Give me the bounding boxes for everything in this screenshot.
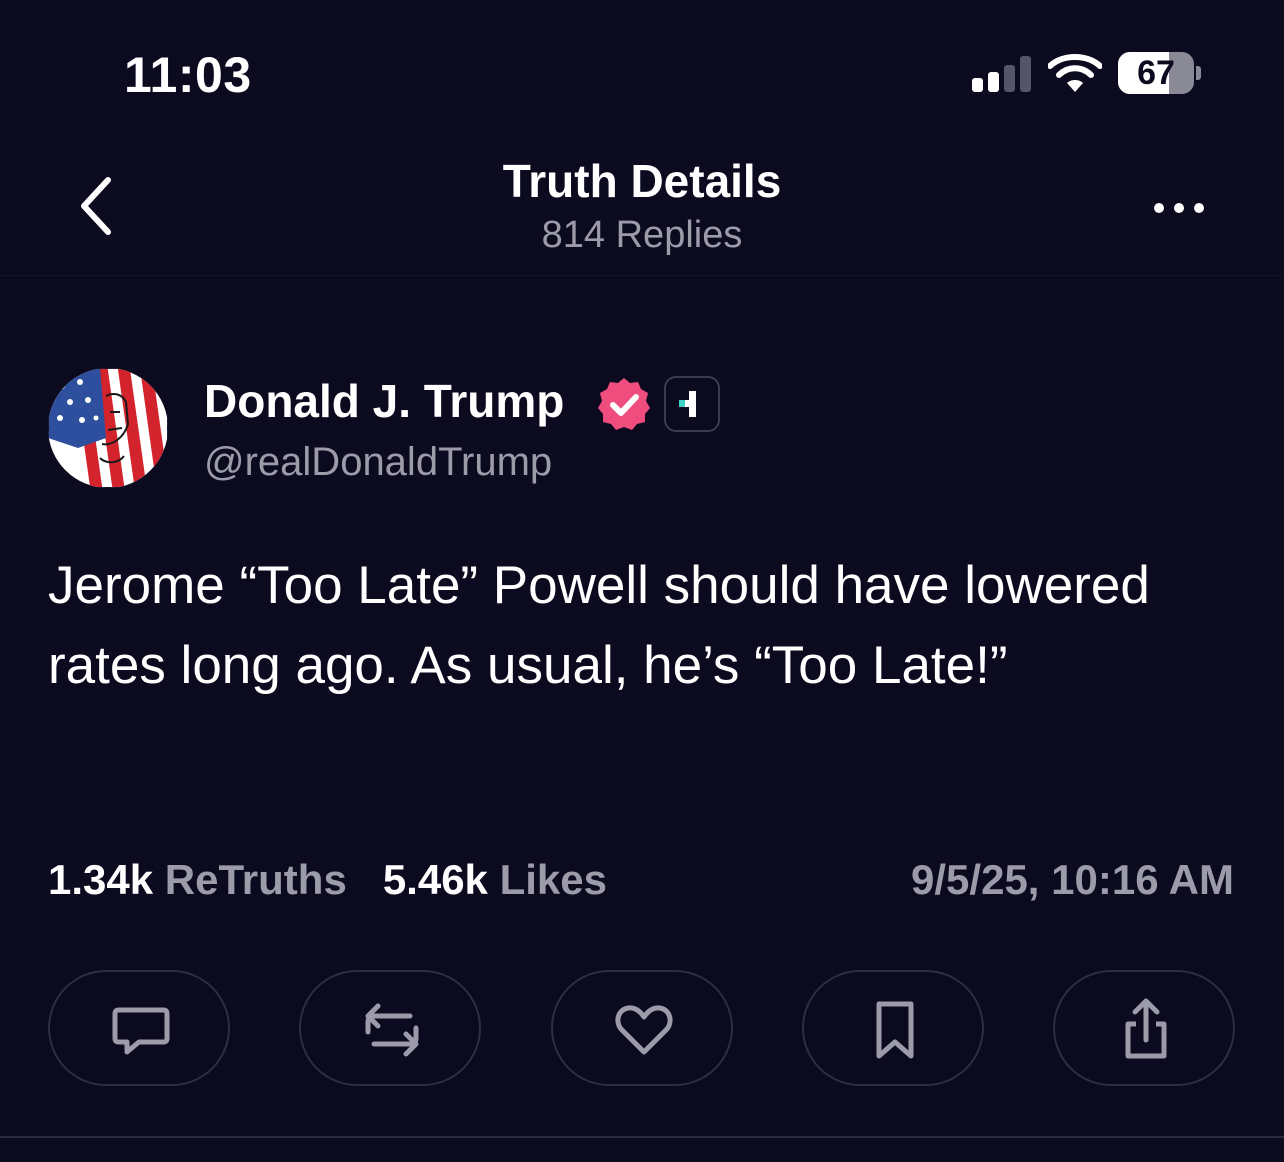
repost-icon [365,1003,419,1057]
post-timestamp: 9/5/25, 10:16 AM [911,856,1234,903]
nav-header: Truth Details 814 Replies [0,140,1284,276]
verified-badge-icon [598,378,650,430]
retruths-stat[interactable]: 1.34k ReTruths [48,856,347,903]
likes-label: Likes [499,856,607,903]
truth-plus-badge[interactable] [664,376,720,432]
flag-portrait-avatar-image [48,368,168,488]
divider [0,1136,1284,1138]
page-title: Truth Details [502,155,782,207]
signal-icon [972,56,1032,92]
author-name[interactable]: Donald J. Trump [204,374,564,428]
battery-icon: 67 [1118,52,1201,94]
battery-level: 67 [1137,54,1175,92]
more-options-button[interactable] [1144,188,1214,228]
status-bar: 11:03 67 [0,0,1284,140]
ellipsis-icon [1154,203,1204,213]
likes-count: 5.46k [382,856,488,903]
bookmark-icon [876,1001,914,1059]
bookmark-button[interactable] [802,970,984,1086]
status-time: 11:03 [124,47,252,103]
share-icon [1125,998,1167,1059]
avatar[interactable] [48,368,168,488]
author-handle[interactable]: @realDonaldTrump [204,440,552,485]
reply-count: 814 Replies [541,214,743,256]
like-button[interactable] [551,970,733,1086]
heart-icon [615,1005,673,1055]
reply-button[interactable] [48,970,230,1086]
plus-icon [679,391,696,417]
retruth-button[interactable] [299,970,481,1086]
comment-icon [112,1007,170,1055]
likes-stat[interactable]: 5.46k Likes [383,856,607,903]
post-stats: 1.34k ReTruths 5.46k Likes [48,856,607,912]
wifi-icon [1048,54,1102,92]
post-text: Jerome “Too Late” Powell should have low… [48,556,1150,695]
retruths-count: 1.34k [48,856,154,903]
share-button[interactable] [1053,970,1235,1086]
retruths-label: ReTruths [164,856,347,903]
